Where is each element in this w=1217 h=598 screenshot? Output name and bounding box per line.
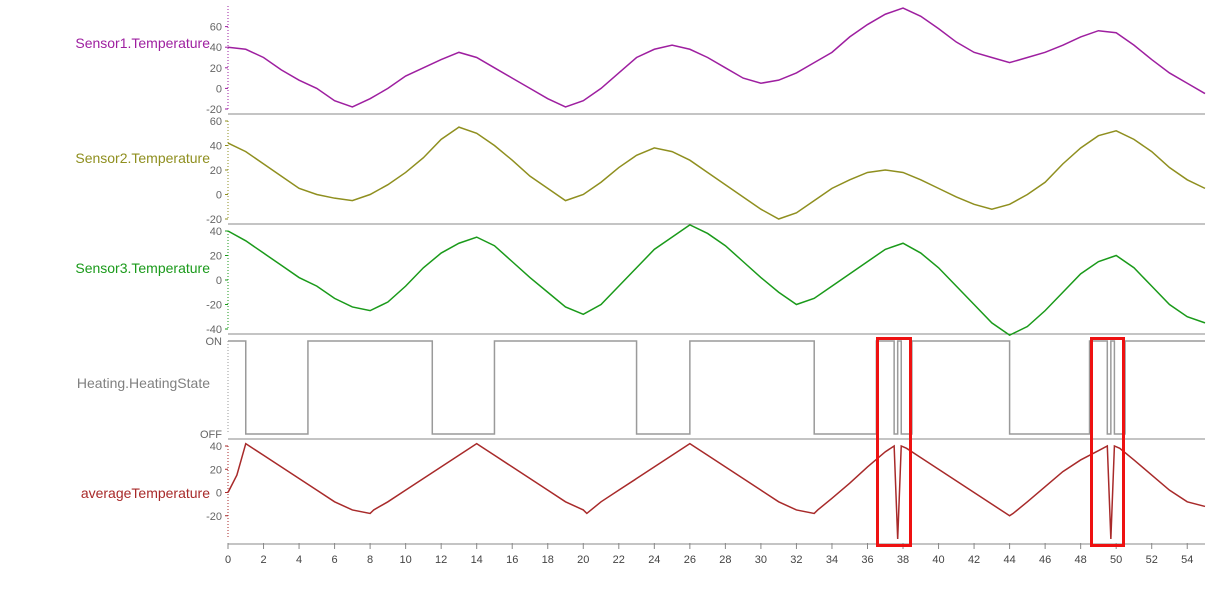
svg-text:-20: -20 — [206, 511, 222, 523]
svg-text:0: 0 — [216, 275, 222, 287]
svg-text:46: 46 — [1039, 554, 1051, 566]
svg-text:60: 60 — [210, 22, 222, 34]
svg-text:20: 20 — [210, 63, 222, 75]
svg-text:6: 6 — [332, 554, 338, 566]
svg-text:22: 22 — [613, 554, 625, 566]
svg-text:28: 28 — [719, 554, 731, 566]
svg-text:40: 40 — [210, 441, 222, 453]
svg-text:24: 24 — [648, 554, 660, 566]
svg-text:12: 12 — [435, 554, 447, 566]
svg-text:4: 4 — [296, 554, 302, 566]
svg-text:18: 18 — [542, 554, 554, 566]
svg-text:34: 34 — [826, 554, 838, 566]
svg-text:20: 20 — [577, 554, 589, 566]
svg-text:40: 40 — [210, 42, 222, 54]
svg-text:10: 10 — [400, 554, 412, 566]
svg-text:2: 2 — [260, 554, 266, 566]
highlight-box-2 — [1090, 337, 1126, 547]
svg-text:0: 0 — [216, 83, 222, 95]
svg-text:20: 20 — [210, 251, 222, 263]
svg-text:40: 40 — [210, 141, 222, 153]
chart-container: Sensor1.Temperature Sensor2.Temperature … — [0, 0, 1217, 598]
svg-text:-20: -20 — [206, 214, 222, 226]
svg-text:8: 8 — [367, 554, 373, 566]
plot-area: -200204060-200204060-40-2002040OFFON-200… — [0, 0, 1217, 598]
svg-text:40: 40 — [932, 554, 944, 566]
svg-text:ON: ON — [206, 336, 223, 348]
highlight-box-1 — [876, 337, 912, 547]
svg-text:OFF: OFF — [200, 429, 222, 441]
svg-text:0: 0 — [216, 488, 222, 500]
svg-text:0: 0 — [216, 190, 222, 202]
svg-text:54: 54 — [1181, 554, 1193, 566]
svg-text:20: 20 — [210, 464, 222, 476]
svg-text:-20: -20 — [206, 300, 222, 312]
svg-text:32: 32 — [790, 554, 802, 566]
svg-text:42: 42 — [968, 554, 980, 566]
svg-text:60: 60 — [210, 116, 222, 128]
svg-text:26: 26 — [684, 554, 696, 566]
svg-text:0: 0 — [225, 554, 231, 566]
svg-text:48: 48 — [1075, 554, 1087, 566]
svg-text:40: 40 — [210, 226, 222, 238]
svg-text:50: 50 — [1110, 554, 1122, 566]
svg-text:52: 52 — [1146, 554, 1158, 566]
svg-text:14: 14 — [471, 554, 483, 566]
svg-text:16: 16 — [506, 554, 518, 566]
svg-text:38: 38 — [897, 554, 909, 566]
svg-text:36: 36 — [861, 554, 873, 566]
svg-text:44: 44 — [1003, 554, 1015, 566]
svg-text:-20: -20 — [206, 104, 222, 116]
svg-text:30: 30 — [755, 554, 767, 566]
svg-text:-40: -40 — [206, 324, 222, 336]
svg-text:20: 20 — [210, 165, 222, 177]
